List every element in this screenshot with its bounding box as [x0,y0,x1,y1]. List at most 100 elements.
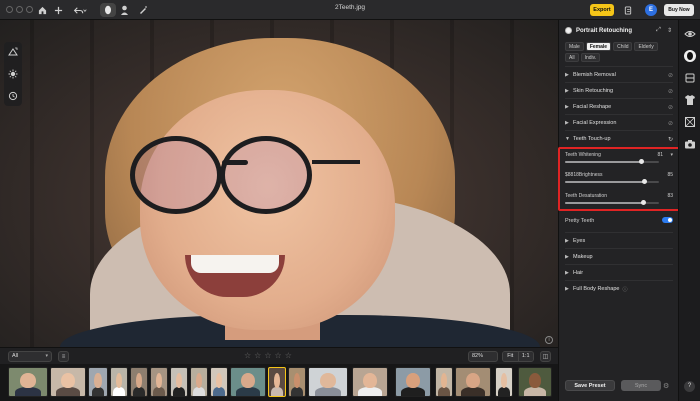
panel-enable-toggle[interactable] [565,27,572,34]
photo-teeth [191,255,279,273]
export-button[interactable]: Export [590,4,614,16]
thumbnail[interactable] [352,367,388,397]
section-makeup[interactable]: ▶ Makeup [565,251,673,263]
section-eyes[interactable]: ▶ Eyes [565,235,673,247]
section-full-body-reshape[interactable]: ▶ Full Body Reshape ⓘ [565,283,673,295]
gender-all-button[interactable]: All [565,53,579,62]
thumbnail[interactable] [435,367,453,397]
thumbnail[interactable] [230,367,266,397]
gear-icon[interactable]: ⚙ [663,382,669,390]
section-label: Full Body Reshape [573,286,620,292]
thumbnail[interactable] [495,367,513,397]
thumbnail[interactable] [8,367,48,397]
adjust-icon[interactable] [8,69,18,79]
face-icon[interactable] [684,50,696,62]
photo-canvas[interactable]: i [0,20,558,347]
expand-icon[interactable]: ⤢ [656,27,661,34]
shirt-icon[interactable] [684,94,696,106]
zoom-select[interactable]: 82% [468,351,498,362]
filter-icon[interactable]: ≡ [58,351,69,362]
rating-star[interactable]: ☆ [254,351,261,361]
background-icon[interactable] [684,116,696,128]
minimize-window-button[interactable] [16,6,23,13]
gender-male-button[interactable]: Male [565,42,584,51]
section-hair[interactable]: ▶ Hair [565,267,673,279]
section-label: Eyes [573,238,586,244]
disabled-icon[interactable]: ⊘ [668,104,673,111]
album-filter-select[interactable]: All ▾ [8,351,52,362]
section-label: Skin Retouching [573,88,614,94]
section-label: Makeup [573,254,593,260]
collapse-icon[interactable]: ⇕ [667,27,672,34]
actual-size-button[interactable]: 1:1 [517,352,533,361]
camera-icon[interactable] [684,138,696,150]
chevron-right-icon: ▶ [565,270,569,276]
fit-button[interactable]: Fit [503,352,518,361]
plus-icon[interactable] [53,3,63,17]
pretty-teeth-toggle[interactable] [662,217,673,223]
gender-female-button[interactable]: Female [585,42,612,51]
gender-child-button[interactable]: Child [613,42,633,51]
disabled-icon[interactable]: ⊘ [668,120,673,127]
help-button[interactable]: ? [684,381,695,392]
thumbnail[interactable] [210,367,228,397]
info-icon[interactable]: i [545,336,553,344]
layers-icon[interactable] [684,72,696,84]
brush-icon[interactable] [137,3,149,17]
history-icon[interactable] [8,91,18,101]
divider [565,130,673,131]
disabled-icon[interactable]: ⊘ [668,72,673,79]
section-blemish-removal[interactable]: ▶ Blemish Removal ⊘ [565,69,673,81]
thumbnail[interactable] [170,367,188,397]
account-avatar[interactable]: E [645,4,657,16]
thumbnail[interactable] [288,367,306,397]
buy-now-button[interactable]: Buy Now [664,4,694,16]
chevron-right-icon: ▶ [565,286,569,292]
thumbnail[interactable] [190,367,208,397]
reset-icon[interactable]: ↻ [668,136,673,143]
section-teeth-touch-up[interactable]: ▼ Teeth Touch-up ↻ [565,133,673,145]
rating-star[interactable]: ☆ [264,351,271,361]
home-icon[interactable] [37,3,47,17]
chevron-down-icon: ▼ [565,136,570,142]
rating-star[interactable]: ☆ [285,351,292,361]
share-icon[interactable] [623,3,633,17]
thumbnail[interactable] [518,367,552,397]
disabled-icon[interactable]: ⊘ [668,88,673,95]
glasses-right-lens [220,136,312,214]
close-window-button[interactable] [6,6,13,13]
thumbnail[interactable] [308,367,348,397]
person-icon[interactable] [118,3,130,17]
save-preset-button[interactable]: Save Preset [565,380,615,391]
sync-button[interactable]: Sync [621,380,661,391]
section-facial-expression[interactable]: ▶ Facial Expression ⊘ [565,117,673,129]
zoom-mode-toggle: Fit 1:1 [502,351,534,362]
thumbnail[interactable] [88,367,108,397]
thumbnail[interactable] [395,367,431,397]
rating-star[interactable]: ☆ [275,351,282,361]
section-label: Teeth Touch-up [573,136,611,142]
section-skin-retouching[interactable]: ▶ Skin Retouching ⊘ [565,85,673,97]
maximize-window-button[interactable] [26,6,33,13]
undo-icon[interactable] [72,3,88,17]
section-label: Facial Expression [573,120,617,126]
thumbnail-selected[interactable] [268,367,286,397]
face-icon[interactable] [100,3,116,17]
rating-star[interactable]: ☆ [244,351,251,361]
thumbnail[interactable] [150,367,168,397]
section-label: Blemish Removal [573,72,616,78]
thumbnail[interactable] [130,367,148,397]
thumbnail[interactable] [110,367,128,397]
thumbnail[interactable] [50,367,86,397]
title-bar: 2Teeth.jpg Export E Buy Now [0,0,700,20]
section-facial-reshape[interactable]: ▶ Facial Reshape ⊘ [565,101,673,113]
info-icon[interactable]: ⓘ [622,286,627,293]
gender-elderly-button[interactable]: Elderly [634,42,658,51]
thumbnail[interactable] [455,367,491,397]
compare-icon[interactable]: ◫ [540,351,551,362]
divider [565,114,673,115]
portrait-icon[interactable] [684,28,696,40]
section-label: Facial Reshape [573,104,612,110]
gender-individual-button[interactable]: Indiv. [580,53,601,62]
crop-icon[interactable] [8,47,18,57]
